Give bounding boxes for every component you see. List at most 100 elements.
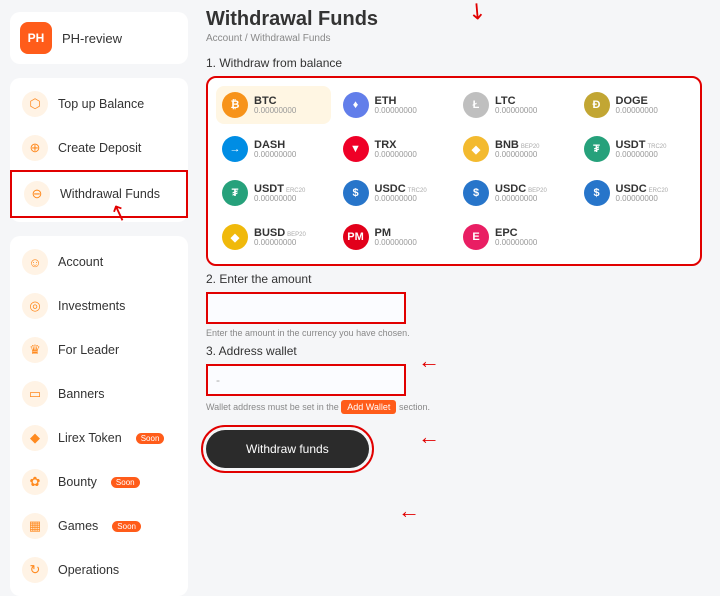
coin-icon: $ xyxy=(463,180,489,206)
coin-icon: Ł xyxy=(463,92,489,118)
currency-doge[interactable]: Ð DOGE 0.00000000 xyxy=(578,86,693,124)
currency-symbol: BTC xyxy=(254,95,296,107)
avatar: PH xyxy=(20,22,52,54)
coin-icon: E xyxy=(463,224,489,250)
plus-icon: ⊕ xyxy=(22,135,48,161)
breadcrumb-account-link[interactable]: Account xyxy=(206,33,242,44)
coin-icon: $ xyxy=(584,180,610,206)
withdraw-button[interactable]: Withdraw funds xyxy=(206,430,369,468)
currency-symbol: USDTTRC20 xyxy=(616,139,667,151)
arrow-icon: ← xyxy=(418,424,440,450)
currency-usdterc20[interactable]: ₮ USDTERC20 0.00000000 xyxy=(216,174,331,212)
currency-balance: 0.00000000 xyxy=(375,151,417,160)
soon-badge: Soon xyxy=(112,521,141,532)
currency-balance: 0.00000000 xyxy=(616,107,658,116)
sidebar-item-label: Account xyxy=(58,255,103,269)
currency-balance: 0.00000000 xyxy=(495,239,537,248)
currency-symbol: USDTERC20 xyxy=(254,183,305,195)
sidebar-item-label: Create Deposit xyxy=(58,141,141,155)
sidebar-item-account[interactable]: ☺ Account xyxy=(10,240,188,284)
menu-icon: ◎ xyxy=(22,293,48,319)
currency-balance: 0.00000000 xyxy=(254,195,305,204)
menu-icon: ▭ xyxy=(22,381,48,407)
add-wallet-button[interactable]: Add Wallet xyxy=(341,400,396,414)
currency-balance: 0.00000000 xyxy=(254,107,296,116)
soon-badge: Soon xyxy=(111,477,140,488)
menu-icon: ☺ xyxy=(22,249,48,275)
currency-ltc[interactable]: Ł LTC 0.00000000 xyxy=(457,86,572,124)
currency-grid: ₿ BTC 0.00000000 ♦ ETH 0.00000000 Ł LTC … xyxy=(206,76,702,266)
currency-symbol: DASH xyxy=(254,139,296,151)
minus-icon: ⊖ xyxy=(24,181,50,207)
menu-icon: ◆ xyxy=(22,425,48,451)
breadcrumb: Account / Withdrawal Funds xyxy=(206,33,702,44)
coin-icon: ◆ xyxy=(222,224,248,250)
menu-group-balance: ⬡ Top up Balance ⊕ Create Deposit ⊖ With… xyxy=(10,78,188,222)
currency-symbol: USDCERC20 xyxy=(616,183,669,195)
sidebar-item-lirex-token[interactable]: ◆ Lirex Token Soon xyxy=(10,416,188,460)
currency-balance: 0.00000000 xyxy=(254,239,306,248)
currency-epc[interactable]: E EPC 0.00000000 xyxy=(457,218,572,256)
amount-input[interactable] xyxy=(206,292,406,324)
coin-icon: ₮ xyxy=(584,136,610,162)
sidebar-item-for-leader[interactable]: ♛ For Leader xyxy=(10,328,188,372)
currency-balance: 0.00000000 xyxy=(375,107,417,116)
sidebar-item-label: Bounty xyxy=(58,475,97,489)
currency-balance: 0.00000000 xyxy=(616,195,669,204)
currency-usdctrc20[interactable]: $ USDCTRC20 0.00000000 xyxy=(337,174,452,212)
currency-symbol: BUSDBEP20 xyxy=(254,227,306,239)
arrow-icon: ← xyxy=(398,498,420,524)
sidebar-item-operations[interactable]: ↻ Operations xyxy=(10,548,188,592)
coin-icon: ▼ xyxy=(343,136,369,162)
soon-badge: Soon xyxy=(136,433,165,444)
coin-icon: $ xyxy=(343,180,369,206)
user-name: PH-review xyxy=(62,31,122,46)
sidebar-item-label: For Leader xyxy=(58,343,119,357)
sidebar-item-label: Investments xyxy=(58,299,125,313)
currency-eth[interactable]: ♦ ETH 0.00000000 xyxy=(337,86,452,124)
currency-busdbep20[interactable]: ◆ BUSDBEP20 0.00000000 xyxy=(216,218,331,256)
coin-icon: ♦ xyxy=(343,92,369,118)
menu-group-main: ☺ Account ◎ Investments ♛ For Leader ▭ B… xyxy=(10,236,188,596)
currency-balance: 0.00000000 xyxy=(375,195,427,204)
step3-help: Wallet address must be set in the Add Wa… xyxy=(206,400,702,414)
sidebar-item-bounty[interactable]: ✿ Bounty Soon xyxy=(10,460,188,504)
user-card[interactable]: PH PH-review xyxy=(10,12,188,64)
sidebar-item-label: Lirex Token xyxy=(58,431,122,445)
page-title: Withdrawal Funds xyxy=(206,8,702,31)
currency-balance: 0.00000000 xyxy=(495,107,537,116)
currency-trx[interactable]: ▼ TRX 0.00000000 xyxy=(337,130,452,168)
address-input[interactable]: - xyxy=(206,364,406,396)
sidebar-item-withdrawal[interactable]: ⊖ Withdrawal Funds xyxy=(10,170,188,218)
sidebar-item-label: Operations xyxy=(58,563,119,577)
currency-pm[interactable]: PM PM 0.00000000 xyxy=(337,218,452,256)
main-content: Withdrawal Funds Account / Withdrawal Fu… xyxy=(198,0,720,550)
step2-label: 2. Enter the amount xyxy=(206,272,702,286)
step1-label: 1. Withdraw from balance xyxy=(206,56,702,70)
currency-symbol: BNBBEP20 xyxy=(495,139,540,151)
currency-btc[interactable]: ₿ BTC 0.00000000 xyxy=(216,86,331,124)
currency-usdcerc20[interactable]: $ USDCERC20 0.00000000 xyxy=(578,174,693,212)
currency-usdcbep20[interactable]: $ USDCBEP20 0.00000000 xyxy=(457,174,572,212)
coin-icon: ₿ xyxy=(222,92,248,118)
currency-usdttrc20[interactable]: ₮ USDTTRC20 0.00000000 xyxy=(578,130,693,168)
currency-dash[interactable]: → DASH 0.00000000 xyxy=(216,130,331,168)
coin-icon: ◆ xyxy=(463,136,489,162)
sidebar-item-label: Withdrawal Funds xyxy=(60,187,160,201)
menu-icon: ♛ xyxy=(22,337,48,363)
sidebar-item-label: Banners xyxy=(58,387,105,401)
currency-balance: 0.00000000 xyxy=(254,151,296,160)
sidebar-item-games[interactable]: ▦ Games Soon xyxy=(10,504,188,548)
sidebar: PH PH-review ⬡ Top up Balance ⊕ Create D… xyxy=(0,0,198,550)
coin-icon: → xyxy=(222,136,248,162)
hexagon-icon: ⬡ xyxy=(22,91,48,117)
sidebar-item-deposit[interactable]: ⊕ Create Deposit xyxy=(10,126,188,170)
sidebar-item-banners[interactable]: ▭ Banners xyxy=(10,372,188,416)
currency-symbol: USDCTRC20 xyxy=(375,183,427,195)
sidebar-item-investments[interactable]: ◎ Investments xyxy=(10,284,188,328)
sidebar-item-topup[interactable]: ⬡ Top up Balance xyxy=(10,82,188,126)
menu-icon: ✿ xyxy=(22,469,48,495)
currency-bnbbep20[interactable]: ◆ BNBBEP20 0.00000000 xyxy=(457,130,572,168)
step3-label: 3. Address wallet xyxy=(206,344,702,358)
currency-symbol: DOGE xyxy=(616,95,658,107)
